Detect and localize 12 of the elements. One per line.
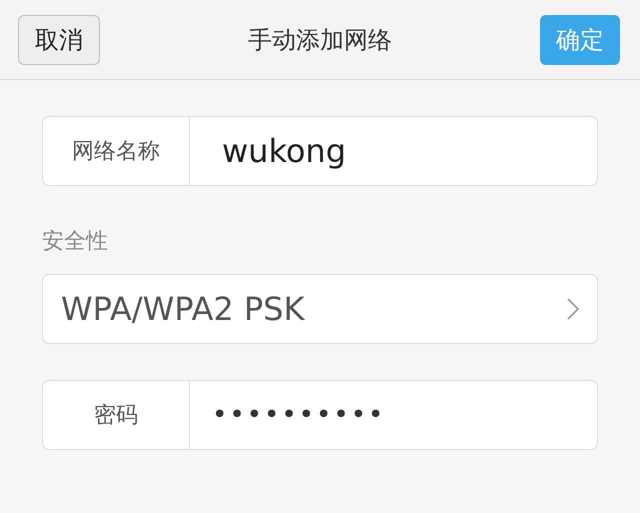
security-select[interactable]: WPA/WPA2 PSK <box>42 274 598 344</box>
page-title: 手动添加网络 <box>248 24 392 56</box>
field-value: •••••••••• <box>212 400 386 430</box>
field-label: 密码 <box>94 402 138 430</box>
password-field[interactable]: 密码 •••••••••• <box>42 380 598 450</box>
field-label: 网络名称 <box>72 138 160 166</box>
field-value: wukong <box>222 132 346 170</box>
chevron-right-icon <box>567 298 579 320</box>
network-name-field[interactable]: 网络名称 wukong <box>42 116 598 186</box>
cancel-button[interactable]: 取消 <box>18 14 100 64</box>
select-value: WPA/WPA2 PSK <box>61 290 304 328</box>
section-label: 安全性 <box>42 228 109 256</box>
